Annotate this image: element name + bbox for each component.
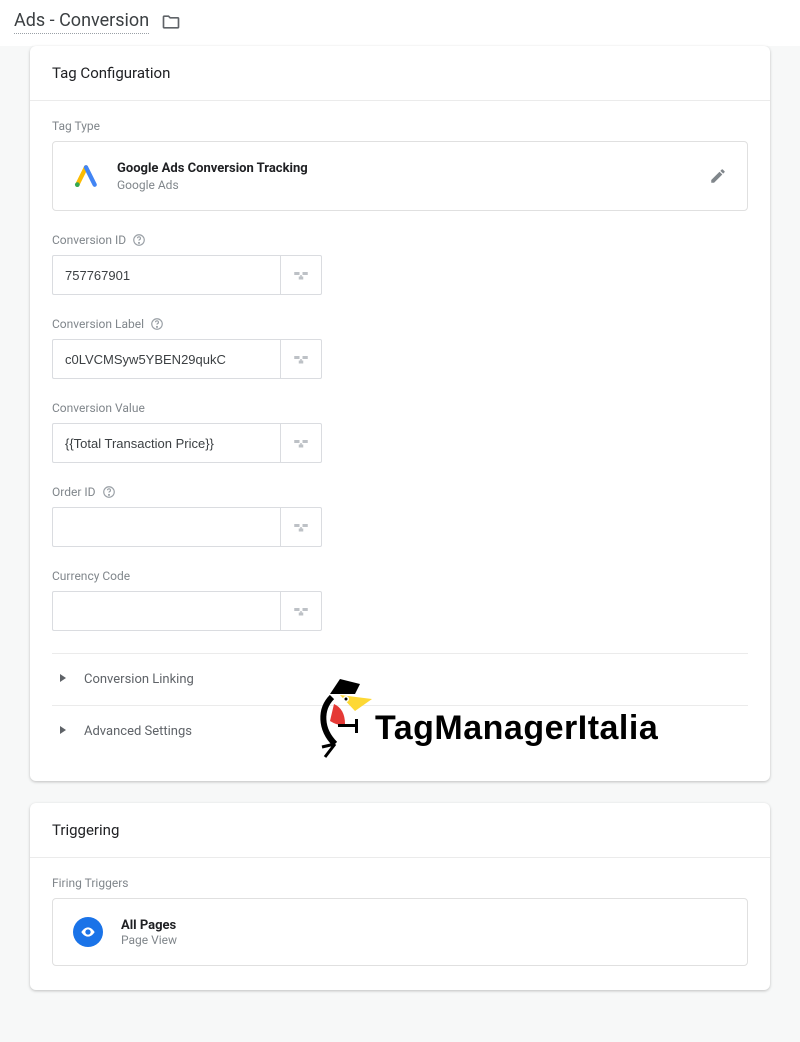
conversion-id-field: Conversion ID [52,233,748,295]
edit-tag-type-icon[interactable] [709,167,727,185]
help-icon[interactable] [150,317,164,331]
help-icon[interactable] [132,233,146,247]
conversion-linking-label: Conversion Linking [84,672,194,687]
workspace: Tag Configuration Tag Type Google Ads Co… [0,46,800,1042]
chevron-right-icon [58,672,68,687]
google-ads-icon [73,163,99,189]
conversion-label-field: Conversion Label [52,317,748,379]
currency-code-label: Currency Code [52,569,130,583]
order-id-input[interactable] [52,507,280,547]
tag-type-selector[interactable]: Google Ads Conversion Tracking Google Ad… [52,141,748,211]
tag-type-text: Google Ads Conversion Tracking Google Ad… [117,160,308,192]
tag-type-label: Tag Type [52,119,748,133]
pageview-trigger-icon [73,917,103,947]
conversion-id-label: Conversion ID [52,233,126,247]
conversion-value-input[interactable] [52,423,280,463]
help-icon[interactable] [102,485,116,499]
tag-type-provider: Google Ads [117,178,308,192]
order-id-field: Order ID [52,485,748,547]
triggering-card: Triggering Firing Triggers All Pages Pag… [30,803,770,990]
conversion-id-input[interactable] [52,255,280,295]
chevron-right-icon [58,724,68,739]
conversion-value-field: Conversion Value [52,401,748,463]
tag-configuration-header: Tag Configuration [30,46,770,101]
insert-variable-button[interactable] [280,507,322,547]
trigger-name: All Pages [121,918,177,933]
currency-code-input[interactable] [52,591,280,631]
conversion-linking-expander[interactable]: Conversion Linking [52,653,748,705]
page-header: Ads - Conversion [0,0,800,52]
conversion-value-label: Conversion Value [52,401,145,415]
trigger-type: Page View [121,933,177,947]
advanced-settings-expander[interactable]: Advanced Settings [52,705,748,757]
conversion-label-label: Conversion Label [52,317,144,331]
trigger-row[interactable]: All Pages Page View [52,898,748,966]
tag-type-title: Google Ads Conversion Tracking [117,160,308,178]
advanced-settings-label: Advanced Settings [84,724,192,739]
insert-variable-button[interactable] [280,255,322,295]
order-id-label: Order ID [52,485,96,499]
insert-variable-button[interactable] [280,339,322,379]
tag-configuration-card: Tag Configuration Tag Type Google Ads Co… [30,46,770,781]
conversion-label-input[interactable] [52,339,280,379]
currency-code-field: Currency Code [52,569,748,631]
insert-variable-button[interactable] [280,423,322,463]
insert-variable-button[interactable] [280,591,322,631]
firing-triggers-label: Firing Triggers [52,876,748,890]
folder-icon[interactable] [161,12,181,32]
tag-name-title[interactable]: Ads - Conversion [14,10,149,34]
triggering-header: Triggering [30,803,770,858]
